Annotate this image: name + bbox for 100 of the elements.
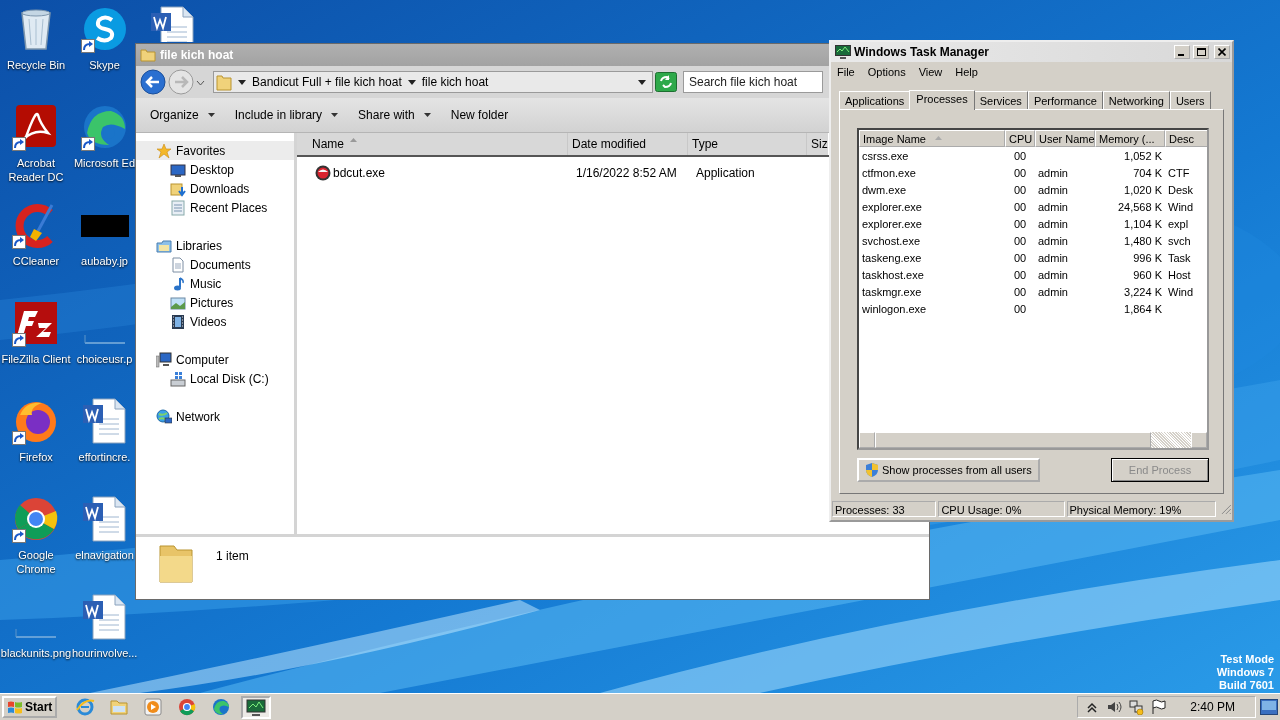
monitor-icon — [170, 161, 186, 178]
network-globe-icon — [156, 408, 172, 425]
file-name[interactable]: bdcut.exe — [297, 165, 568, 181]
table-cell: 00 — [1013, 302, 1027, 315]
taskbar-button[interactable] — [241, 695, 272, 719]
play-icon — [143, 697, 164, 717]
back-button[interactable] — [140, 69, 166, 95]
table-cell: explorer.exe — [862, 200, 922, 213]
icon-label[interactable]: Microsoft Ed — [73, 156, 136, 170]
nav-item[interactable]: Computer — [136, 350, 294, 369]
tab[interactable]: Performance — [1027, 91, 1103, 109]
table-cell: admin — [1038, 251, 1068, 264]
show-desktop-button[interactable] — [1260, 699, 1278, 715]
icon-label[interactable]: Acrobat Reader DC — [0, 156, 72, 184]
table-cell: 996 K — [1133, 251, 1162, 264]
column-header[interactable]: Memory (... — [1095, 130, 1165, 147]
toolbar-button[interactable]: Share with — [350, 104, 439, 126]
tab[interactable]: Services — [973, 91, 1028, 109]
maximize-button[interactable] — [1193, 45, 1209, 59]
address-dropdown-icon[interactable] — [638, 78, 646, 86]
computer-icon — [156, 351, 172, 368]
table-cell: 00 — [1013, 234, 1027, 247]
column-header[interactable]: Desc — [1165, 130, 1207, 147]
ftp-app-icon[interactable] — [12, 299, 60, 347]
nav-item[interactable]: Network — [136, 407, 294, 426]
toolbar-button[interactable]: Organize — [142, 104, 223, 126]
column-header[interactable]: Siz — [807, 133, 828, 155]
nav-item[interactable]: Recent Places — [136, 198, 294, 217]
table-cell: 00 — [1013, 268, 1027, 281]
close-button[interactable] — [1214, 45, 1230, 59]
horizontal-scrollbar[interactable] — [859, 432, 1207, 448]
table-cell: 1,104 K — [1124, 217, 1162, 230]
address-bar[interactable]: Bandicut Full + file kich hoat file kich hoat — [213, 71, 653, 93]
close-icon — [1218, 48, 1226, 56]
nav-item[interactable]: Music — [136, 274, 294, 293]
flag-icon[interactable] — [1150, 699, 1167, 715]
tab[interactable]: Networking — [1102, 91, 1170, 109]
icon-label[interactable]: Recycle Bin — [6, 58, 66, 72]
icon-label[interactable]: Firefox — [19, 450, 53, 464]
document-icon[interactable] — [80, 495, 129, 543]
tab[interactable]: Processes — [909, 90, 975, 110]
toolbar-button[interactable]: Include in library — [226, 104, 347, 126]
column-header[interactable]: CPU — [1005, 130, 1035, 147]
table-cell: 00 — [1013, 149, 1027, 162]
search-field[interactable]: Search file kich hoat — [683, 71, 823, 93]
window-title: file kich hoat — [160, 48, 234, 62]
table-cell: svch — [1168, 234, 1191, 247]
watermark-text: Windows 7 — [1216, 666, 1274, 679]
icon-label[interactable]: FileZilla Client — [1, 352, 71, 366]
column-header[interactable]: Type — [688, 133, 807, 155]
icon-label[interactable]: hourinvolve... — [72, 646, 137, 660]
breadcrumb[interactable]: Bandicut Full + file kich hoat — [252, 75, 402, 89]
menu-item[interactable]: Help — [955, 65, 978, 78]
start-button[interactable]: Start — [2, 696, 58, 718]
table-cell: admin — [1038, 268, 1068, 281]
table-cell: 00 — [1013, 183, 1027, 196]
nav-item[interactable]: Videos — [136, 312, 294, 331]
tab[interactable]: Users — [1169, 91, 1211, 109]
tab[interactable]: Applications — [839, 91, 911, 109]
column-header[interactable]: Date modified — [568, 133, 688, 155]
table-cell: Wind — [1168, 200, 1194, 213]
minimize-button[interactable] — [1174, 45, 1190, 59]
breadcrumb-arrow-icon[interactable] — [238, 78, 246, 86]
nav-item[interactable]: Favorites — [136, 141, 294, 160]
refresh-button[interactable] — [655, 72, 677, 92]
nav-item[interactable]: Local Disk (C:) — [136, 369, 294, 388]
icon-label[interactable]: choiceusr.p — [76, 352, 133, 366]
table-cell: admin — [1038, 234, 1068, 247]
icon-label[interactable]: Google Chrome — [0, 548, 72, 576]
column-header[interactable]: User Name — [1035, 130, 1095, 147]
table-cell: 1,020 K — [1124, 183, 1162, 196]
icon-label[interactable]: Skype — [89, 58, 120, 72]
menu-item[interactable]: Options — [867, 65, 906, 78]
nav-item[interactable]: Downloads — [136, 179, 294, 198]
icon-label[interactable]: CCleaner — [12, 254, 60, 268]
column-header[interactable]: Name — [297, 133, 568, 155]
menu-item[interactable]: View — [918, 65, 943, 78]
network-icon[interactable] — [1128, 699, 1145, 715]
icon-label[interactable]: aubaby.jp — [81, 254, 128, 268]
breadcrumb[interactable]: file kich hoat — [421, 75, 489, 89]
browser-icon[interactable] — [12, 495, 60, 543]
action-button[interactable]: Show processes from all users — [857, 458, 1040, 482]
clock[interactable]: 2:40 PM — [1190, 700, 1235, 714]
breadcrumb-arrow-icon[interactable] — [407, 78, 416, 86]
document-icon[interactable] — [80, 397, 129, 445]
nav-item[interactable]: Libraries — [136, 236, 294, 255]
table-cell: dwm.exe — [862, 183, 907, 196]
nav-item[interactable]: Pictures — [136, 293, 294, 312]
table-cell: svchost.exe — [862, 234, 921, 247]
icon-label[interactable]: blackunits.png — [0, 646, 72, 660]
status-text: Processes: 33 — [832, 501, 937, 517]
icon-label[interactable]: elnavigation — [75, 548, 134, 562]
menu-item[interactable]: File — [837, 65, 855, 78]
speaker-icon[interactable] — [1106, 699, 1123, 715]
nav-item[interactable]: Desktop — [136, 160, 294, 179]
icon-label[interactable]: effortincre. — [78, 450, 131, 464]
column-header[interactable]: Image Name — [859, 130, 1005, 147]
document-icon[interactable] — [80, 593, 129, 641]
nav-item[interactable]: Documents — [136, 255, 294, 274]
toolbar-button[interactable]: New folder — [442, 104, 517, 126]
